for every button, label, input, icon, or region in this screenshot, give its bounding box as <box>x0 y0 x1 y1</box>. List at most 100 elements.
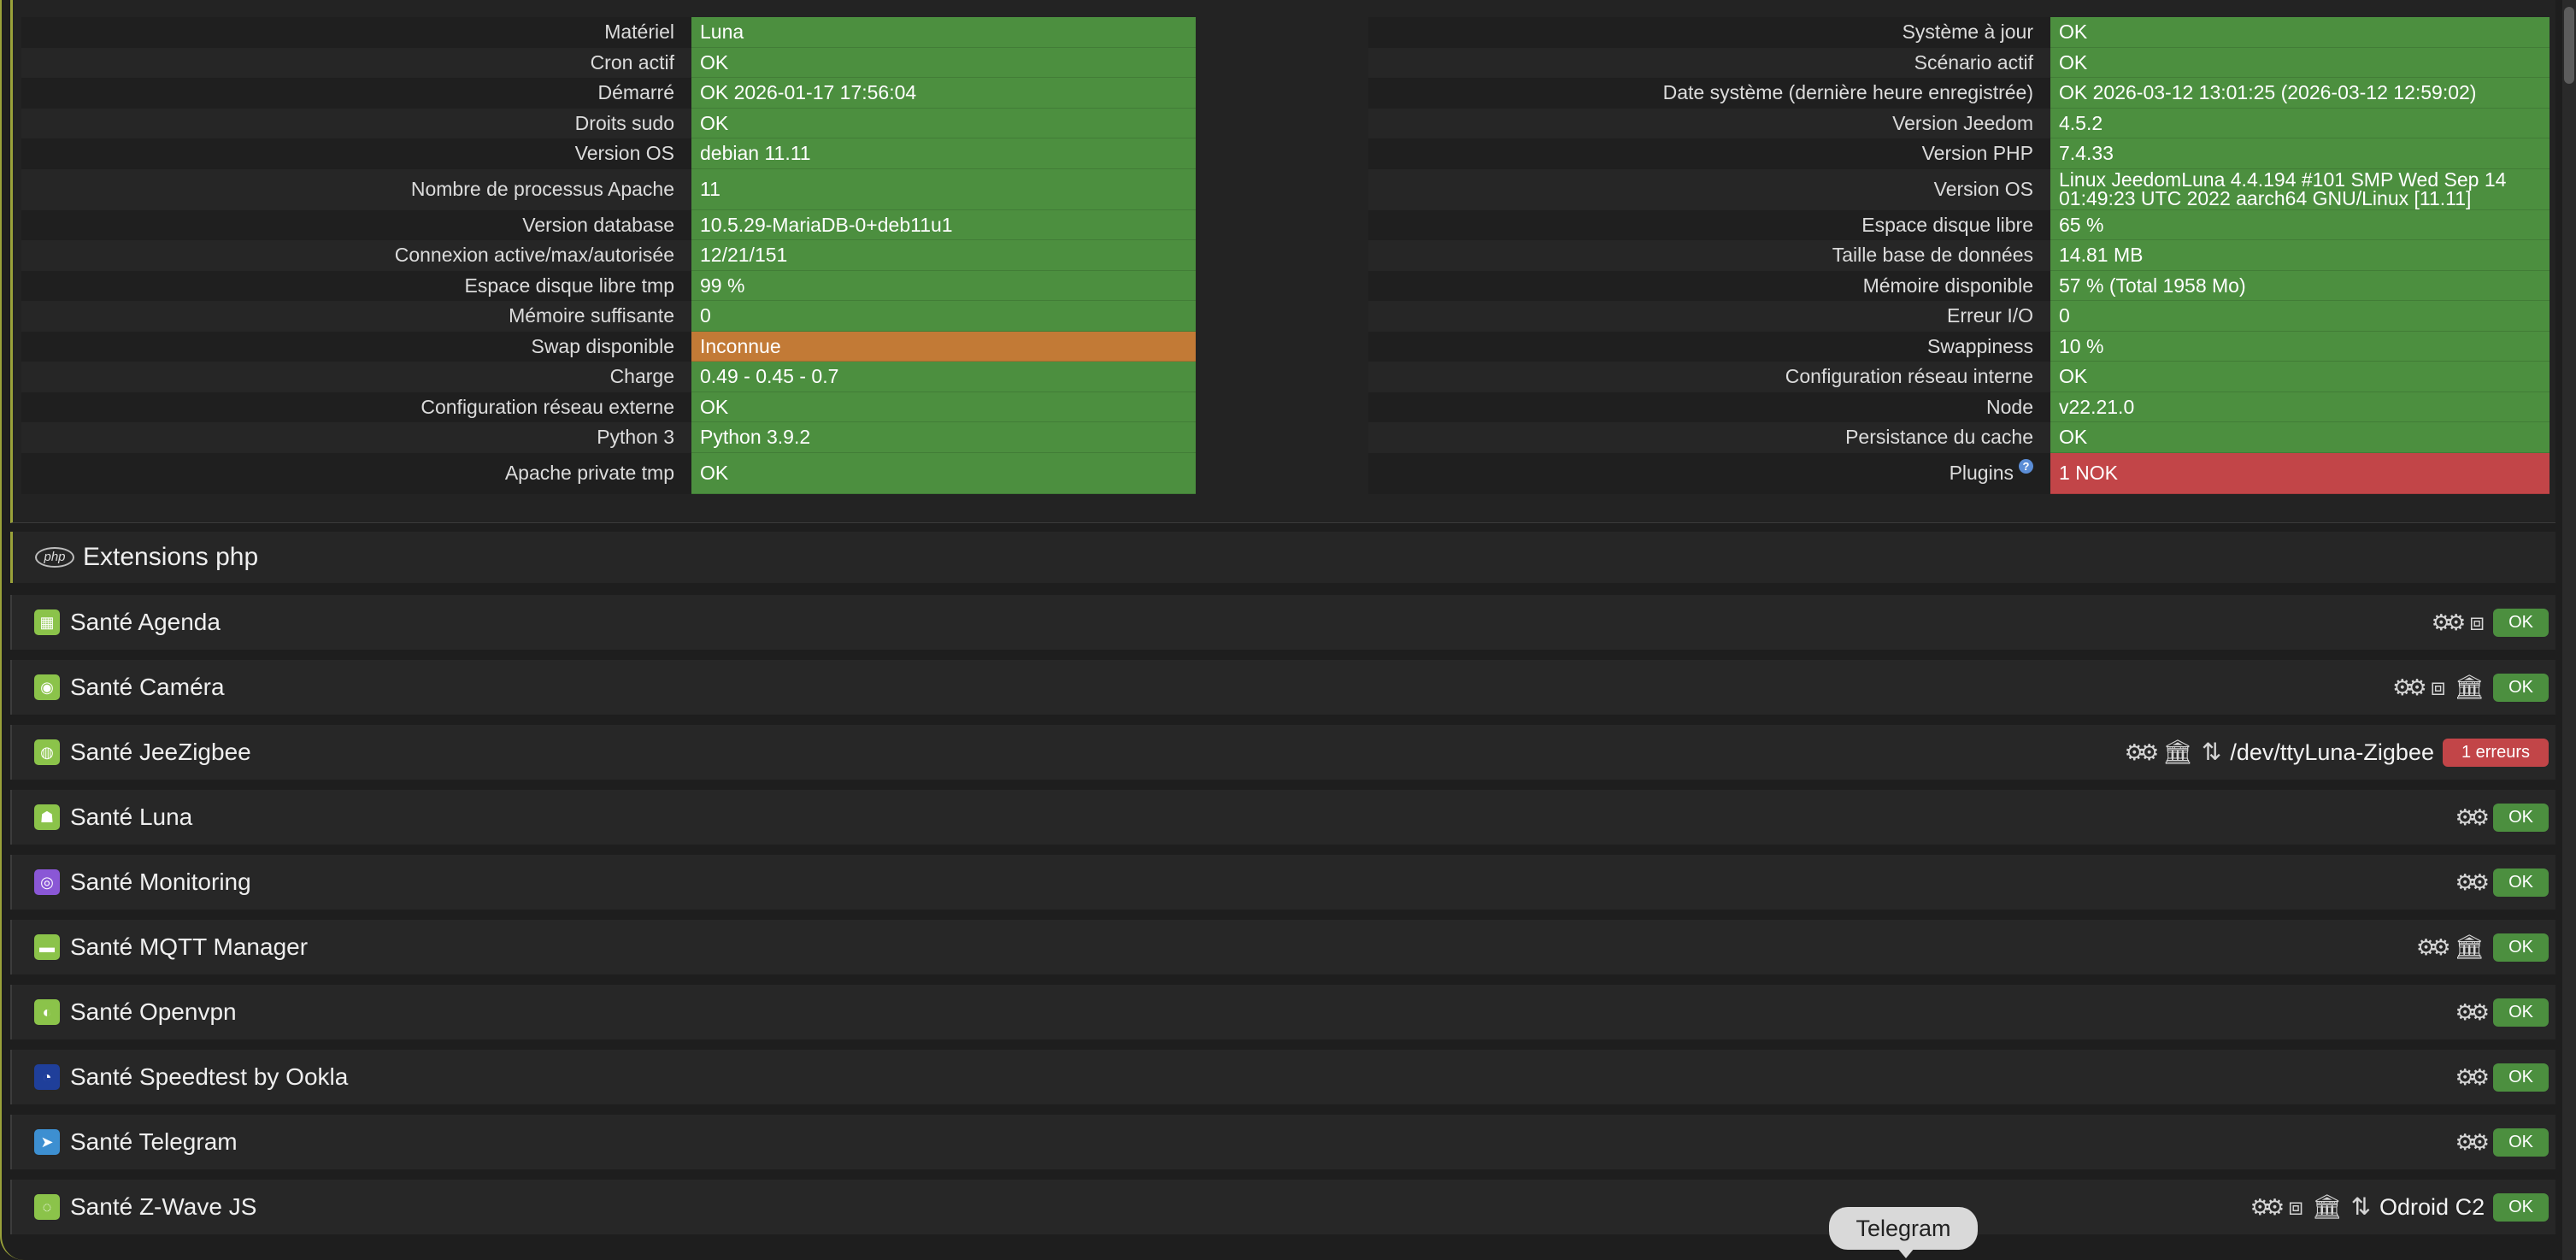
status-value: OK <box>2050 47 2550 78</box>
health-row-jeezigbee[interactable]: ◍ Santé JeeZigbee ⚙⚙ 🏛 ⇅ /dev/ttyLuna-Zi… <box>10 725 2555 780</box>
health-row-name: Santé Luna <box>70 804 193 830</box>
health-row-name: Santé Telegram <box>70 1128 238 1155</box>
sort-arrows-icon[interactable]: ⇅ <box>2202 740 2221 764</box>
health-row-actions: ⚙⚙ OK <box>2455 1115 2549 1169</box>
luna-icon: ☗ <box>34 804 60 830</box>
scrollbar-thumb[interactable] <box>2564 7 2574 84</box>
status-label: Swap disponible <box>21 331 691 362</box>
gears-icon[interactable]: ⚙⚙ <box>2455 1131 2490 1153</box>
health-row-name: Santé Monitoring <box>70 868 251 895</box>
status-badge: OK <box>2493 998 2549 1027</box>
status-value: 1 NOK <box>2050 452 2550 494</box>
gears-icon[interactable]: ⚙⚙ <box>2125 741 2160 763</box>
bank-icon[interactable]: 🏛 <box>2455 935 2485 959</box>
backup-icon[interactable]: ⧈ <box>2288 1195 2303 1219</box>
bank-icon[interactable]: 🏛 <box>2455 675 2485 699</box>
status-value: OK <box>691 47 1196 78</box>
status-value: 14.81 MB <box>2050 240 2550 271</box>
health-row-luna[interactable]: ☗ Santé Luna ⚙⚙ OK <box>10 790 2555 845</box>
status-row-scenario: Scénario actif OK <box>1368 47 2550 78</box>
status-row-node: Node v22.21.0 <box>1368 392 2550 422</box>
help-icon[interactable]: ? <box>2019 459 2033 474</box>
status-value: Inconnue <box>691 331 1196 362</box>
status-label: Configuration réseau interne <box>1368 362 2050 392</box>
php-extensions-header[interactable]: php Extensions php <box>10 532 2555 583</box>
status-row-tmp-disk: Espace disque libre tmp 99 % <box>21 270 1201 301</box>
status-row-plugins: Plugins? 1 NOK <box>1368 452 2550 494</box>
health-row-name: Santé JeeZigbee <box>70 739 251 765</box>
status-row-external-network: Configuration réseau externe OK <box>21 392 1201 422</box>
status-value: Python 3.9.2 <box>691 422 1196 453</box>
gears-icon[interactable]: ⚙⚙ <box>2250 1196 2285 1218</box>
status-badge: OK <box>2493 803 2549 832</box>
status-label: Mémoire suffisante <box>21 301 691 332</box>
status-row-sudo: Droits sudo OK <box>21 108 1201 138</box>
status-row-php-version: Version PHP 7.4.33 <box>1368 138 2550 169</box>
status-row-cache-persistence: Persistance du cache OK <box>1368 422 2550 453</box>
health-row-camera[interactable]: ◉ Santé Caméra ⚙⚙ ⧈ 🏛 OK <box>10 660 2555 715</box>
status-row-os-version: Version OS debian 11.11 <box>21 138 1201 169</box>
health-row-name: Santé MQTT Manager <box>70 933 309 960</box>
health-row-monitoring[interactable]: ◎ Santé Monitoring ⚙⚙ OK <box>10 855 2555 910</box>
status-badge: OK <box>2493 673 2549 702</box>
calendar-icon: ▦ <box>34 609 60 635</box>
status-badge: 1 erreurs <box>2442 738 2549 767</box>
status-badge: OK <box>2493 933 2549 962</box>
bank-icon[interactable]: 🏛 <box>2312 1195 2343 1219</box>
status-row-io-errors: Erreur I/O 0 <box>1368 301 2550 332</box>
health-row-openvpn[interactable]: ◐ Santé Openvpn ⚙⚙ OK <box>10 985 2555 1039</box>
gears-icon[interactable]: ⚙⚙ <box>2432 611 2467 633</box>
mqtt-icon: ▬ <box>34 934 60 960</box>
health-row-name: Santé Openvpn <box>70 998 237 1025</box>
gears-icon[interactable]: ⚙⚙ <box>2455 871 2490 893</box>
status-badge: OK <box>2493 1192 2549 1222</box>
health-row-mqtt-manager[interactable]: ▬ Santé MQTT Manager ⚙⚙ 🏛 OK <box>10 920 2555 974</box>
status-label: Espace disque libre <box>1368 209 2050 240</box>
gears-icon[interactable]: ⚙⚙ <box>2455 1001 2490 1023</box>
health-row-name: Santé Z-Wave JS <box>70 1193 257 1220</box>
scrollbar[interactable] <box>2562 0 2576 1260</box>
status-value: debian 11.11 <box>691 138 1196 169</box>
status-row-database-size: Taille base de données 14.81 MB <box>1368 240 2550 271</box>
gears-icon[interactable]: ⚙⚙ <box>2392 676 2427 698</box>
status-value: v22.21.0 <box>2050 392 2550 422</box>
health-row-telegram[interactable]: ➤ Santé Telegram ⚙⚙ OK <box>10 1115 2555 1169</box>
backup-icon[interactable]: ⧈ <box>2431 675 2446 699</box>
gears-icon[interactable]: ⚙⚙ <box>2455 1066 2490 1088</box>
health-row-actions: ⚙⚙ ⧈ 🏛 OK <box>2392 660 2549 715</box>
status-label: Charge <box>21 362 691 392</box>
health-row-speedtest[interactable]: ◔ Santé Speedtest by Ookla ⚙⚙ OK <box>10 1050 2555 1104</box>
status-row-swap: Swap disponible Inconnue <box>21 331 1201 362</box>
backup-icon[interactable]: ⧈ <box>2469 610 2485 634</box>
health-row-zwave-js[interactable]: ◌ Santé Z-Wave JS ⚙⚙ ⧈ 🏛 ⇅ Odroid C2 OK <box>10 1180 2555 1234</box>
speedtest-icon: ◔ <box>34 1064 60 1090</box>
zwave-icon: ◌ <box>34 1194 60 1220</box>
status-value: 7.4.33 <box>2050 138 2550 169</box>
status-value: OK <box>2050 422 2550 453</box>
monitoring-icon: ◎ <box>34 869 60 895</box>
health-row-actions: ⚙⚙ OK <box>2455 855 2549 910</box>
gears-icon[interactable]: ⚙⚙ <box>2416 936 2451 958</box>
status-value: Luna <box>691 17 1196 48</box>
status-row-disk-free: Espace disque libre 65 % <box>1368 209 2550 240</box>
health-row-name: Santé Caméra <box>70 674 225 700</box>
bank-icon[interactable]: 🏛 <box>2162 740 2193 764</box>
status-value: OK <box>2050 362 2550 392</box>
health-row-actions: ⚙⚙ 🏛 OK <box>2416 920 2549 974</box>
status-value: OK <box>2050 17 2550 48</box>
status-value: OK 2026-03-12 13:01:25 (2026-03-12 12:59… <box>2050 78 2550 109</box>
sort-arrows-icon[interactable]: ⇅ <box>2351 1195 2371 1219</box>
status-row-system-up-to-date: Système à jour OK <box>1368 17 2550 48</box>
telegram-icon: ➤ <box>34 1129 60 1155</box>
health-row-actions: ⚙⚙ OK <box>2455 790 2549 845</box>
status-value: 0 <box>2050 301 2550 332</box>
gears-icon[interactable]: ⚙⚙ <box>2455 806 2490 828</box>
openvpn-icon: ◐ <box>34 999 60 1025</box>
status-label: Cron actif <box>21 47 691 78</box>
status-label: Mémoire disponible <box>1368 270 2050 301</box>
health-row-actions: ⚙⚙ ⧈ 🏛 ⇅ Odroid C2 OK <box>2250 1180 2549 1234</box>
status-label: Node <box>1368 392 2050 422</box>
health-row-agenda[interactable]: ▦ Santé Agenda ⚙⚙ ⧈ OK <box>10 595 2555 650</box>
status-label: Persistance du cache <box>1368 422 2050 453</box>
status-row-connections: Connexion active/max/autorisée 12/21/151 <box>21 240 1201 271</box>
